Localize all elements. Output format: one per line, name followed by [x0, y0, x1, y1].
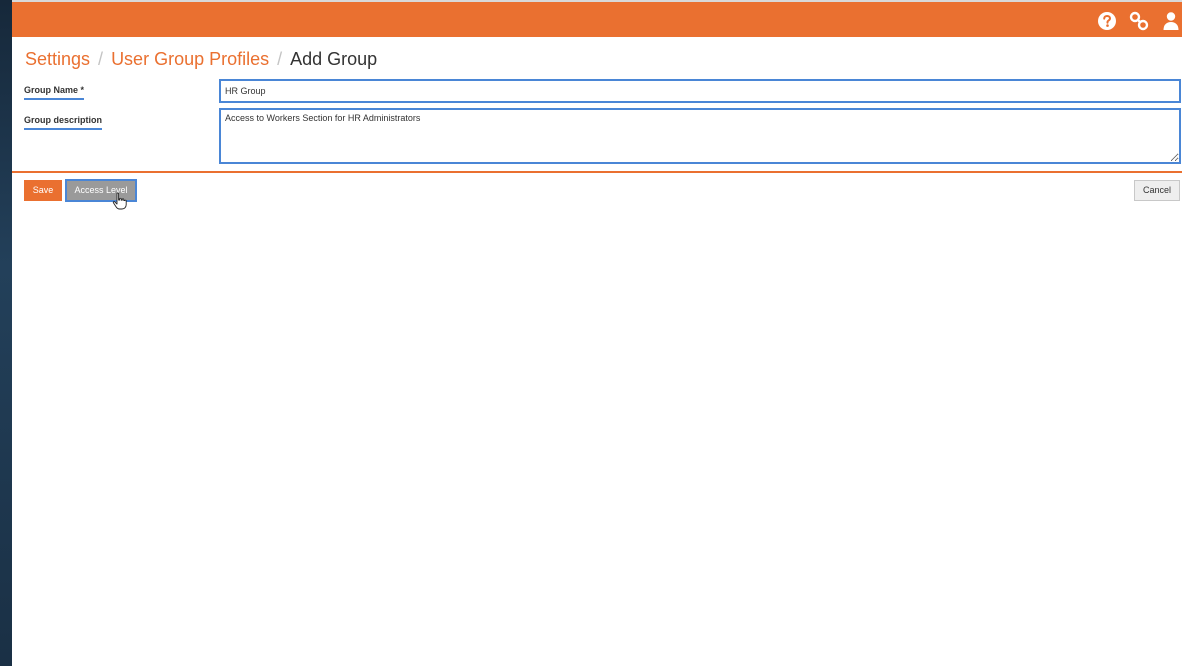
- help-circle-icon[interactable]: [1096, 10, 1118, 32]
- form-divider: [12, 171, 1182, 173]
- access-level-button[interactable]: Access Level: [65, 179, 137, 202]
- top-bar: [12, 0, 1182, 37]
- breadcrumb: Settings / User Group Profiles / Add Group: [25, 48, 377, 70]
- save-button[interactable]: Save: [24, 180, 62, 201]
- breadcrumb-user-group-profiles-link[interactable]: User Group Profiles: [111, 49, 269, 69]
- group-description-textarea[interactable]: Access to Workers Section for HR Adminis…: [219, 108, 1181, 164]
- group-name-label: Group Name *: [24, 85, 85, 100]
- breadcrumb-separator: /: [277, 49, 283, 69]
- desktop-background: [0, 0, 12, 666]
- page-title: Add Group: [290, 49, 378, 69]
- group-name-input[interactable]: [219, 79, 1181, 103]
- top-bar-icons: [1096, 10, 1182, 32]
- link-icon[interactable]: [1128, 10, 1150, 32]
- cancel-button[interactable]: Cancel: [1134, 180, 1180, 201]
- app-window: Settings / User Group Profiles / Add Group G…: [12, 0, 1182, 666]
- user-icon[interactable]: [1160, 10, 1182, 32]
- group-description-label: Group description: [24, 115, 103, 130]
- breadcrumb-separator: /: [98, 49, 104, 69]
- breadcrumb-settings-link[interactable]: Settings: [25, 49, 90, 69]
